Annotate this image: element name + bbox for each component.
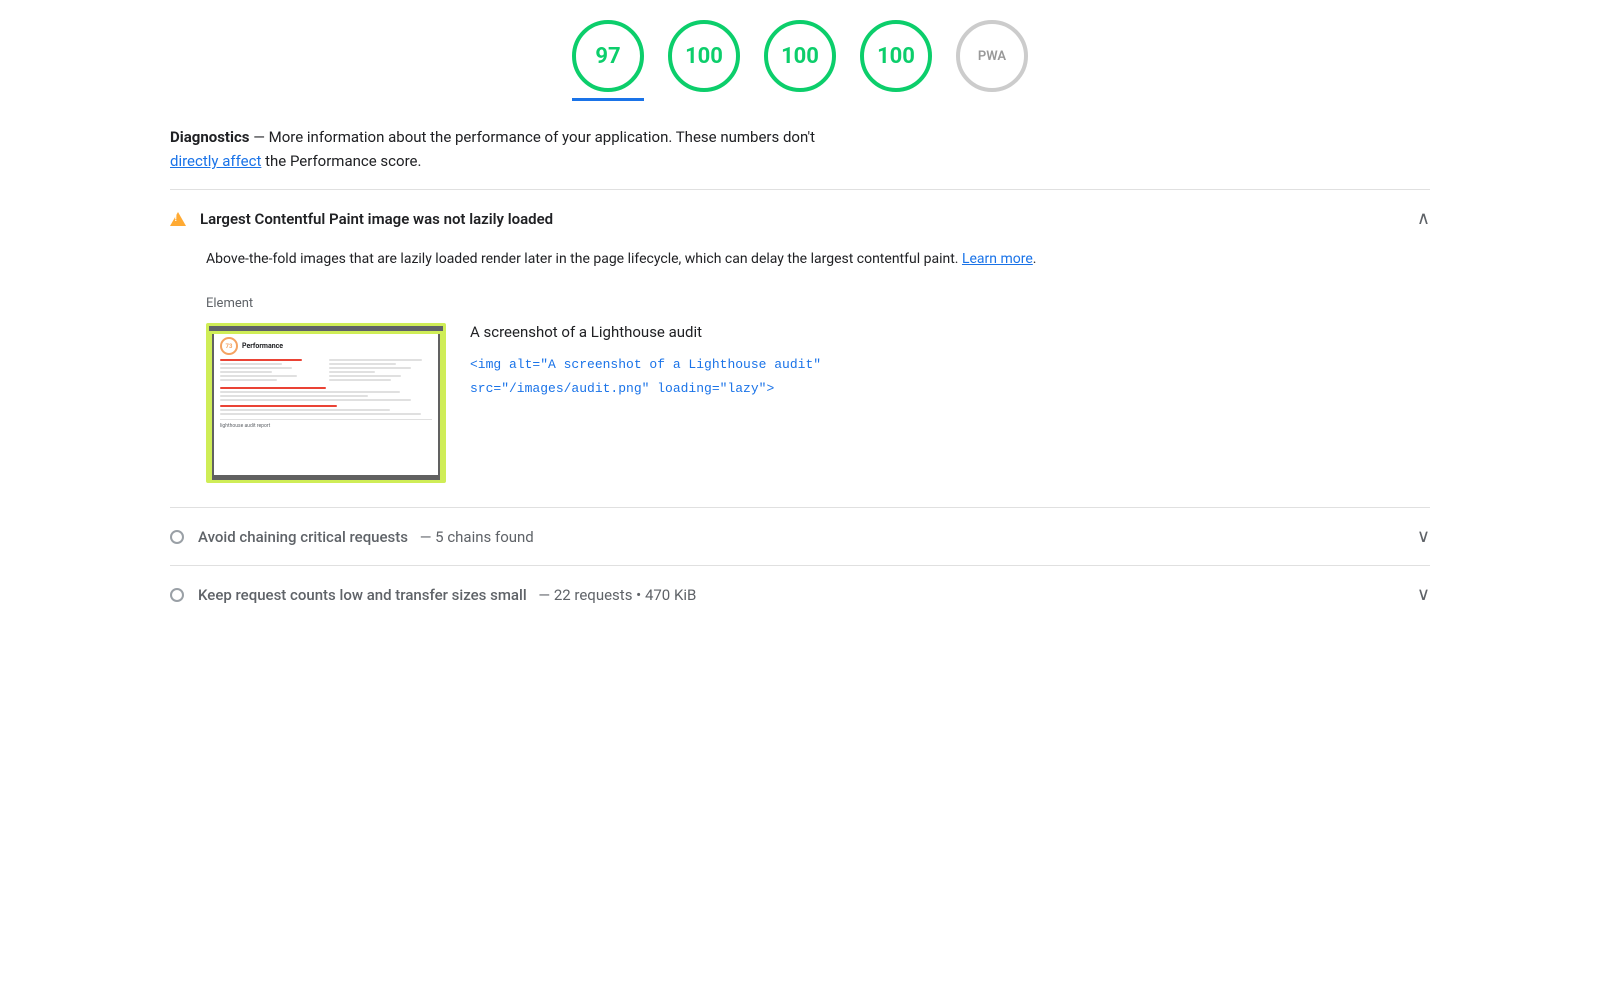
element-thumbnail: 73 Performance (206, 323, 446, 483)
score-seo[interactable]: 100 (860, 20, 932, 101)
diagnostics-label: Diagnostics (170, 128, 249, 146)
score-circle-best-practices[interactable]: 100 (764, 20, 836, 92)
score-best-practices[interactable]: 100 (764, 20, 836, 101)
audit-lcp-description: Above-the-fold images that are lazily lo… (206, 247, 1430, 272)
score-value-best-practices: 100 (781, 44, 819, 69)
audit-lcp-body: Above-the-fold images that are lazily lo… (170, 247, 1430, 507)
score-circle-performance[interactable]: 97 (572, 20, 644, 92)
score-value-performance: 97 (595, 44, 620, 69)
element-alt-text: A screenshot of a Lighthouse audit (470, 323, 1430, 341)
element-code: <img alt="A screenshot of a Lighthouse a… (470, 353, 1430, 400)
tab-spacer-accessibility (668, 98, 740, 101)
learn-more-link[interactable]: Learn more (962, 251, 1033, 267)
element-info: A screenshot of a Lighthouse audit <img … (470, 323, 1430, 400)
element-row: 73 Performance (206, 323, 1430, 483)
neutral-icon-requests (170, 588, 184, 602)
neutral-icon-critical (170, 530, 184, 544)
tab-underline-performance (572, 98, 644, 101)
diagnostics-description: More information about the performance o… (269, 128, 815, 146)
tab-spacer-pwa (956, 98, 1028, 101)
audit-critical-requests: Avoid chaining critical requests — 5 cha… (170, 507, 1430, 565)
audit-request-counts: Keep request counts low and transfer siz… (170, 565, 1430, 623)
chevron-down-icon-critical[interactable]: ∨ (1417, 526, 1430, 547)
main-content: Diagnostics — More information about the… (110, 101, 1490, 623)
chevron-up-icon[interactable]: ∧ (1417, 208, 1430, 229)
audit-request-counts-header[interactable]: Keep request counts low and transfer siz… (170, 566, 1430, 623)
score-pwa[interactable]: PWA (956, 20, 1028, 101)
score-circle-pwa[interactable]: PWA (956, 20, 1028, 92)
score-header: 97 100 100 100 PWA (0, 0, 1600, 101)
diagnostics-link[interactable]: directly affect (170, 152, 261, 170)
score-value-pwa: PWA (978, 49, 1006, 64)
audit-request-counts-title: Keep request counts low and transfer siz… (198, 586, 1401, 604)
score-accessibility[interactable]: 100 (668, 20, 740, 101)
chevron-down-icon-requests[interactable]: ∨ (1417, 584, 1430, 605)
warning-icon (170, 212, 186, 226)
diagnostics-description2: the Performance score. (265, 152, 421, 170)
audit-lcp-lazy-loaded: Largest Contentful Paint image was not l… (170, 189, 1430, 507)
tab-spacer-seo (860, 98, 932, 101)
diagnostics-header: Diagnostics — More information about the… (170, 101, 1430, 189)
diagnostics-dash: — (253, 128, 268, 146)
tab-spacer-best-practices (764, 98, 836, 101)
audit-critical-title: Avoid chaining critical requests — 5 cha… (198, 528, 1401, 546)
audit-lcp-title: Largest Contentful Paint image was not l… (200, 210, 1401, 228)
score-circle-accessibility[interactable]: 100 (668, 20, 740, 92)
score-value-seo: 100 (877, 44, 915, 69)
audit-lcp-header[interactable]: Largest Contentful Paint image was not l… (170, 190, 1430, 247)
audit-critical-requests-header[interactable]: Avoid chaining critical requests — 5 cha… (170, 508, 1430, 565)
score-circle-seo[interactable]: 100 (860, 20, 932, 92)
score-value-accessibility: 100 (685, 44, 723, 69)
element-label: Element (206, 296, 1430, 311)
score-performance[interactable]: 97 (572, 20, 644, 101)
